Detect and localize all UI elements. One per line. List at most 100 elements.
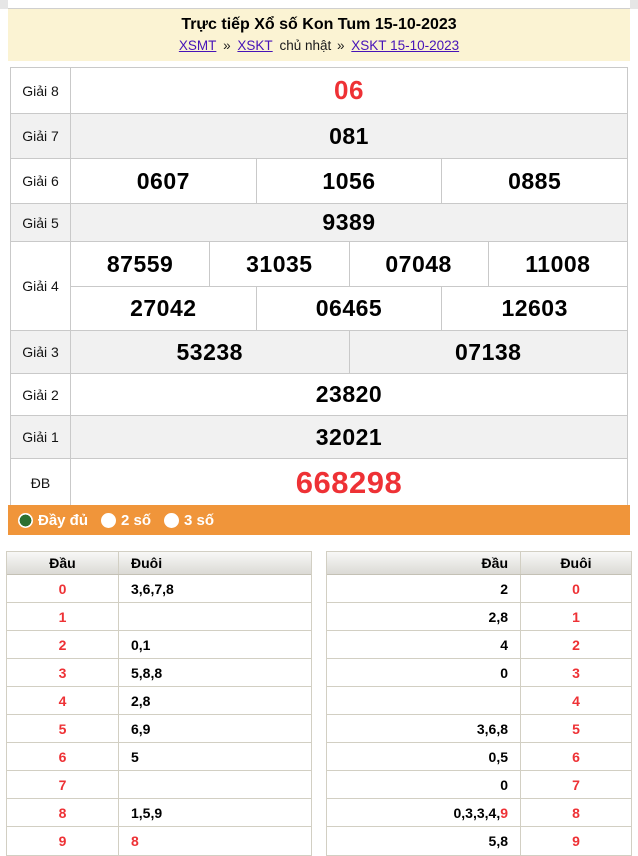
- tail-cell: [119, 603, 311, 630]
- head-cell: 2: [7, 631, 119, 658]
- prize-row-giai6: Giải 6 0607 1056 0885: [11, 159, 627, 204]
- head-cell: 4: [7, 687, 119, 714]
- head-cell: 7: [7, 771, 119, 798]
- prize-label: Giải 8: [11, 68, 71, 113]
- tail-cell: 2: [572, 636, 580, 653]
- head-tail-row: 8 1,5,9: [7, 799, 311, 827]
- head-values-special: 9: [500, 804, 508, 821]
- prize-value: 0885: [441, 159, 627, 203]
- tail-values: 5,8,8: [131, 664, 163, 681]
- tail-cell: 6: [572, 748, 580, 765]
- tail-cell: 3: [572, 664, 580, 681]
- prize-label: Giải 6: [11, 159, 71, 203]
- head-values: 0,3,3,4,: [453, 804, 501, 821]
- prize-value: 12603: [441, 287, 627, 330]
- column-header-dau: Đầu: [7, 552, 119, 574]
- prize-label: Giải 4: [11, 242, 71, 330]
- filter-option-3so[interactable]: 3 số: [164, 512, 214, 529]
- filter-option-full[interactable]: Đầy đủ: [18, 512, 88, 529]
- head-cell: 1: [7, 603, 119, 630]
- prize-row-giai2: Giải 2 23820: [11, 374, 627, 416]
- tail-cell: 8: [572, 804, 580, 821]
- prize-label: Giải 5: [11, 204, 71, 241]
- breadcrumb-link-xskt-date[interactable]: XSKT 15-10-2023: [351, 38, 459, 53]
- head-cell: 0: [327, 659, 521, 686]
- filter-option-2so[interactable]: 2 số: [101, 512, 151, 529]
- head-cell: 6: [7, 743, 119, 770]
- head-tail-row: 6 5: [7, 743, 311, 771]
- prize-label: ĐB: [11, 459, 71, 506]
- tail-values: 5: [131, 748, 139, 765]
- prize-value: 27042: [130, 295, 197, 321]
- head-tail-row: 5 6,9: [7, 715, 311, 743]
- head-cell: 3,6,8: [327, 715, 521, 742]
- tail-values: 1,5,9: [131, 804, 163, 821]
- top-divider-inner: [8, 0, 630, 9]
- column-header-dau: Đầu: [327, 552, 521, 574]
- prize-row-giai7: Giải 7 081: [11, 114, 627, 159]
- breadcrumb-separator: »: [223, 38, 231, 53]
- prize-value: 1056: [255, 159, 442, 203]
- tail-cell: 1,5,9: [119, 799, 311, 826]
- head-values: 2: [500, 580, 508, 597]
- prize-value: 9389: [322, 209, 376, 235]
- prize-value: 0607: [136, 167, 190, 194]
- prize-value: 06465: [255, 287, 442, 330]
- prize-value: 53238: [176, 338, 243, 365]
- radio-icon: [164, 512, 180, 528]
- head-tail-row: 7: [7, 771, 311, 799]
- prize-row-db: ĐB 668298: [11, 459, 627, 506]
- tail-values: 0,1: [131, 636, 151, 653]
- tail-head-row: 2,8 1: [327, 603, 631, 631]
- prize-row-giai8: Giải 8 06: [11, 68, 627, 114]
- head-tail-row: 4 2,8: [7, 687, 311, 715]
- tail-values: 6,9: [131, 720, 151, 737]
- prize-value: 11008: [487, 242, 627, 286]
- head-cell: 0: [327, 771, 521, 798]
- head-cell: 9: [7, 827, 119, 855]
- prize-value-special: 668298: [295, 464, 403, 500]
- prize-label: Giải 1: [11, 416, 71, 458]
- prize-value: 07048: [348, 242, 488, 286]
- prize-label: Giải 2: [11, 374, 71, 415]
- head-cell: 2: [327, 575, 521, 602]
- prize-value: 87559: [106, 250, 174, 277]
- tail-head-row: 4 2: [327, 631, 631, 659]
- filter-option-label: 3 số: [184, 511, 215, 529]
- prize-table: Giải 8 06 Giải 7 081 Giải 6 0607 1056 08…: [10, 67, 628, 507]
- filter-option-label: 2 số: [121, 511, 152, 529]
- tail-cell: 1: [572, 608, 580, 625]
- breadcrumb-text: chủ nhật: [279, 38, 332, 53]
- breadcrumb-link-xsmt[interactable]: XSMT: [179, 38, 217, 53]
- head-values: 3,6,8: [476, 720, 508, 737]
- prize-value: 32021: [315, 423, 383, 450]
- tail-cell: 5: [572, 720, 580, 737]
- head-tail-table-left: Đầu Đuôi 0 3,6,7,8 1 2 0,1 3 5,8,8 4 2,8…: [6, 551, 312, 856]
- tail-head-row: 0,3,3,4, 9 8: [327, 799, 631, 827]
- prize-row-giai4: Giải 4 87559 31035 07048 11008 27042 064…: [11, 242, 627, 331]
- head-tail-row: 9 8: [7, 827, 311, 855]
- head-values: 2,8: [488, 608, 508, 625]
- head-tail-row: 3 5,8,8: [7, 659, 311, 687]
- prize-row-giai1: Giải 1 32021: [11, 416, 627, 459]
- tail-head-row: 0 3: [327, 659, 631, 687]
- radio-icon: [101, 512, 117, 528]
- prize-value: 081: [329, 122, 369, 149]
- tail-head-table-right: Đầu Đuôi 2 0 2,8 1 4 2 0 3 4 3,6,8 5 0,5…: [326, 551, 632, 856]
- prize-row-giai3: Giải 3 53238 07138: [11, 331, 627, 374]
- tail-head-row: 3,6,8 5: [327, 715, 631, 743]
- head-cell: 0: [7, 575, 119, 602]
- page-title: Trực tiếp Xổ số Kon Tum 15-10-2023: [181, 16, 457, 33]
- tail-head-row: 2 0: [327, 575, 631, 603]
- tail-values-special: 8: [131, 833, 139, 849]
- head-cell: 5: [7, 715, 119, 742]
- tail-head-row: 5,8 9: [327, 827, 631, 855]
- tail-cell: 5: [119, 743, 311, 770]
- head-values: 0,5: [488, 748, 508, 765]
- head-cell: 8: [7, 799, 119, 826]
- head-cell: 5,8: [327, 827, 521, 855]
- breadcrumb-link-xskt[interactable]: XSKT: [237, 38, 272, 53]
- head-values: 4: [500, 636, 508, 653]
- head-values: 0: [500, 664, 508, 681]
- table-header-row: Đầu Đuôi: [7, 552, 311, 575]
